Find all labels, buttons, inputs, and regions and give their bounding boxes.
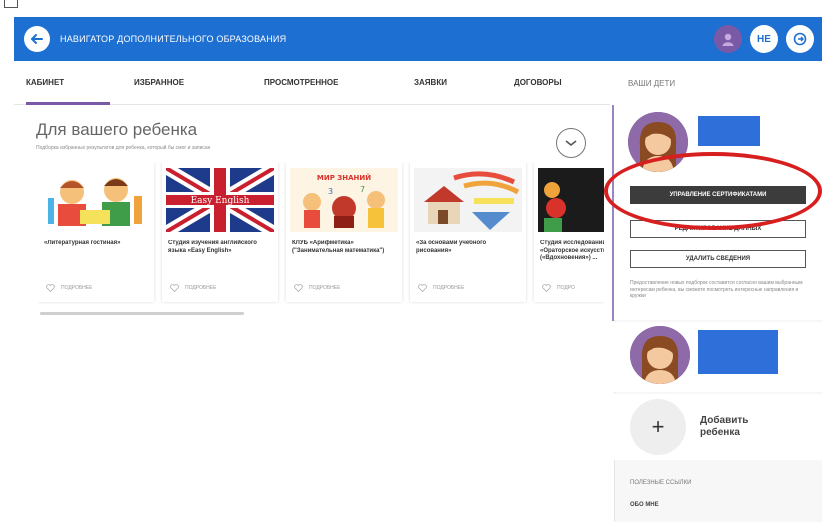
tab-cabinet[interactable]: КАБИНЕТ: [14, 61, 122, 105]
app-header: НАВИГАТОР ДОПОЛНИТЕЛЬНОГО ОБРАЗОВАНИЯ НЕ: [14, 17, 822, 61]
math-image-caption: МИР ЗНАНИЙ: [317, 173, 371, 182]
tab-applications[interactable]: ЗАЯВКИ: [402, 61, 502, 105]
card-footer[interactable]: ПОДРОБНЕЕ: [46, 284, 92, 292]
card-details-link[interactable]: ПОДРОБНЕЕ: [185, 285, 216, 291]
program-card[interactable]: «Литературная гостиная» ПОДРОБНЕЕ: [38, 162, 154, 302]
card-footer[interactable]: ПОДРОБНЕЕ: [170, 284, 216, 292]
program-card[interactable]: Студия исследований «Ораторское искусств…: [534, 162, 604, 302]
program-card[interactable]: МИР ЗНАНИЙ 3 7 КЛУБ «Арифметика» ("Заним…: [286, 162, 402, 302]
section-subtitle: Подборка избранных результатов для ребен…: [36, 145, 211, 151]
delete-data-button[interactable]: УДАЛИТЬ СВЕДЕНИЯ: [630, 250, 806, 268]
exit-icon: [793, 32, 807, 46]
your-children-label: ВАШИ ДЕТИ: [628, 78, 676, 88]
carousel-scrollbar[interactable]: [40, 312, 244, 315]
card-footer[interactable]: ПОДРО: [542, 284, 575, 292]
useful-links-heading: ПОЛЕЗНЫЕ ССЫЛКИ: [630, 480, 692, 486]
child-name-redacted-2: [698, 330, 778, 374]
heart-icon: [46, 284, 55, 292]
child-avatar-2[interactable]: [630, 326, 690, 384]
useful-link-item[interactable]: ОБО МНЕ: [630, 502, 659, 508]
svg-text:3: 3: [328, 187, 333, 196]
user-icon: [722, 33, 734, 46]
easy-english-logo-text: Easy English: [191, 196, 250, 206]
user-avatar-button[interactable]: [714, 25, 742, 53]
back-button[interactable]: [24, 26, 50, 52]
program-card[interactable]: Easy English Студия изучения английского…: [162, 162, 278, 302]
math-kids-image: МИР ЗНАНИЙ 3 7: [290, 168, 398, 232]
card-title: Студия изучения английского языка «Easy …: [168, 240, 257, 254]
card-title: КЛУБ «Арифметика» ("Занимательная матема…: [292, 240, 385, 254]
uk-flag-image: Easy English: [166, 168, 274, 232]
add-child-label: Добавить ребенка: [700, 414, 749, 439]
card-details-link[interactable]: ПОДРОБНЕЕ: [309, 285, 340, 291]
plus-icon: +: [630, 399, 686, 455]
logout-button[interactable]: [786, 25, 814, 53]
card-footer[interactable]: ПОДРОБНЕЕ: [418, 284, 464, 292]
highlight-annotation: [604, 152, 822, 230]
heart-icon: [170, 284, 179, 292]
panel-note: Предоставление новых подборок составится…: [630, 280, 803, 299]
heart-icon: [542, 284, 551, 292]
tab-viewed[interactable]: ПРОСМОТРЕННОЕ: [252, 61, 402, 105]
section-title: Для вашего ребенка: [36, 120, 198, 139]
child-name-redacted: [698, 116, 760, 146]
card-title: «За основами учебного рисования»: [416, 240, 487, 254]
svg-text:7: 7: [360, 185, 365, 194]
program-card[interactable]: «За основами учебного рисования» ПОДРОБН…: [410, 162, 526, 302]
kids-reading-image: [42, 168, 150, 232]
profile-initials-button[interactable]: НЕ: [750, 25, 778, 53]
card-title: «Литературная гостиная»: [44, 240, 121, 246]
window-corner-icon: [4, 0, 18, 8]
tab-favorites[interactable]: ИЗБРАННОЕ: [122, 61, 252, 105]
tab-contracts[interactable]: ДОГОВОРЫ: [502, 61, 598, 105]
active-child-indicator: [612, 105, 614, 321]
expand-button[interactable]: [556, 128, 586, 158]
stage-image: [538, 168, 604, 232]
app-title: НАВИГАТОР ДОПОЛНИТЕЛЬНОГО ОБРАЗОВАНИЯ: [60, 34, 287, 44]
card-details-link[interactable]: ПОДРОБНЕЕ: [61, 285, 92, 291]
heart-icon: [294, 284, 303, 292]
card-details-link[interactable]: ПОДРОБНЕЕ: [433, 285, 464, 291]
recommendations-carousel: «Литературная гостиная» ПОДРОБНЕЕ Easy E…: [38, 162, 604, 306]
arrow-left-icon: [30, 34, 43, 44]
card-footer[interactable]: ПОДРОБНЕЕ: [294, 284, 340, 292]
card-title: Студия исследований «Ораторское искусств…: [540, 240, 604, 261]
card-details-link[interactable]: ПОДРО: [557, 285, 575, 291]
main-tabs: КАБИНЕТ ИЗБРАННОЕ ПРОСМОТРЕННОЕ ЗАЯВКИ Д…: [14, 61, 610, 105]
add-child-button[interactable]: + Добавить ребенка: [614, 394, 822, 460]
chevron-down-icon: [565, 140, 577, 147]
heart-icon: [418, 284, 427, 292]
drawing-house-image: [414, 168, 522, 232]
